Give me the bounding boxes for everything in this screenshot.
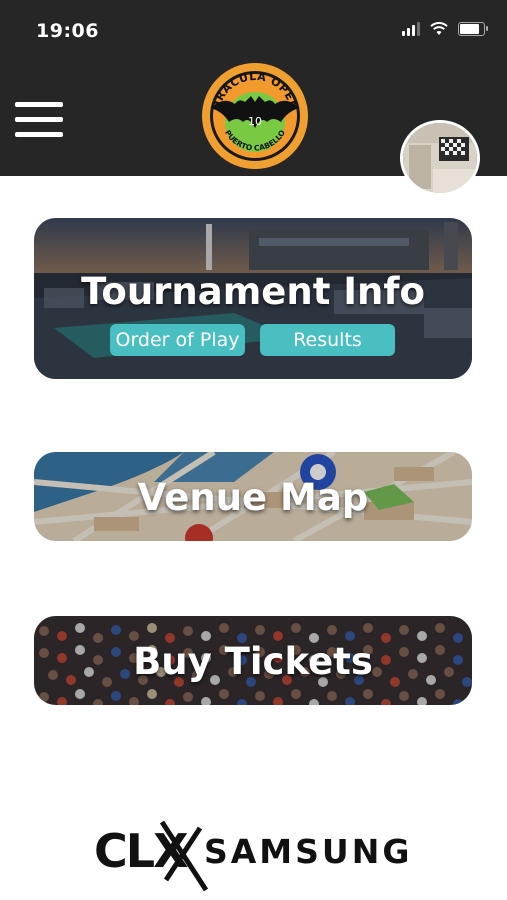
- cellular-signal-icon: [402, 22, 420, 36]
- status-icons: [402, 22, 488, 36]
- venue-map-title: Venue Map: [137, 476, 369, 519]
- battery-icon: [458, 22, 488, 36]
- dracula-open-logo: 10 DRACULA OPEN PUERTO CABELLO: [202, 63, 308, 169]
- hamburger-line: [15, 102, 63, 107]
- wifi-icon: [430, 22, 448, 35]
- hamburger-line: [15, 132, 63, 137]
- hamburger-line: [15, 117, 63, 122]
- buy-tickets-card[interactable]: Buy Tickets: [34, 616, 472, 705]
- status-time: 19:06: [36, 20, 99, 42]
- app-header: 19:06 10 DRACULA OPEN PUERTO CABELLO: [0, 0, 507, 196]
- tournament-info-title: Tournament Info: [81, 270, 425, 313]
- menu-button[interactable]: [15, 102, 63, 138]
- logo-number: 10: [248, 115, 262, 128]
- profile-avatar[interactable]: [400, 120, 480, 196]
- tournament-info-card[interactable]: Tournament Info Order of Play Results: [34, 218, 472, 379]
- sponsor-samsung-text: SAMSUNG: [204, 832, 413, 871]
- sponsor-logo: CLX SAMSUNG: [94, 818, 416, 892]
- avatar-image: [403, 123, 477, 193]
- buy-tickets-title: Buy Tickets: [133, 640, 373, 683]
- venue-map-card[interactable]: Venue Map: [34, 452, 472, 541]
- results-button[interactable]: Results: [260, 324, 395, 356]
- order-of-play-button[interactable]: Order of Play: [110, 324, 245, 356]
